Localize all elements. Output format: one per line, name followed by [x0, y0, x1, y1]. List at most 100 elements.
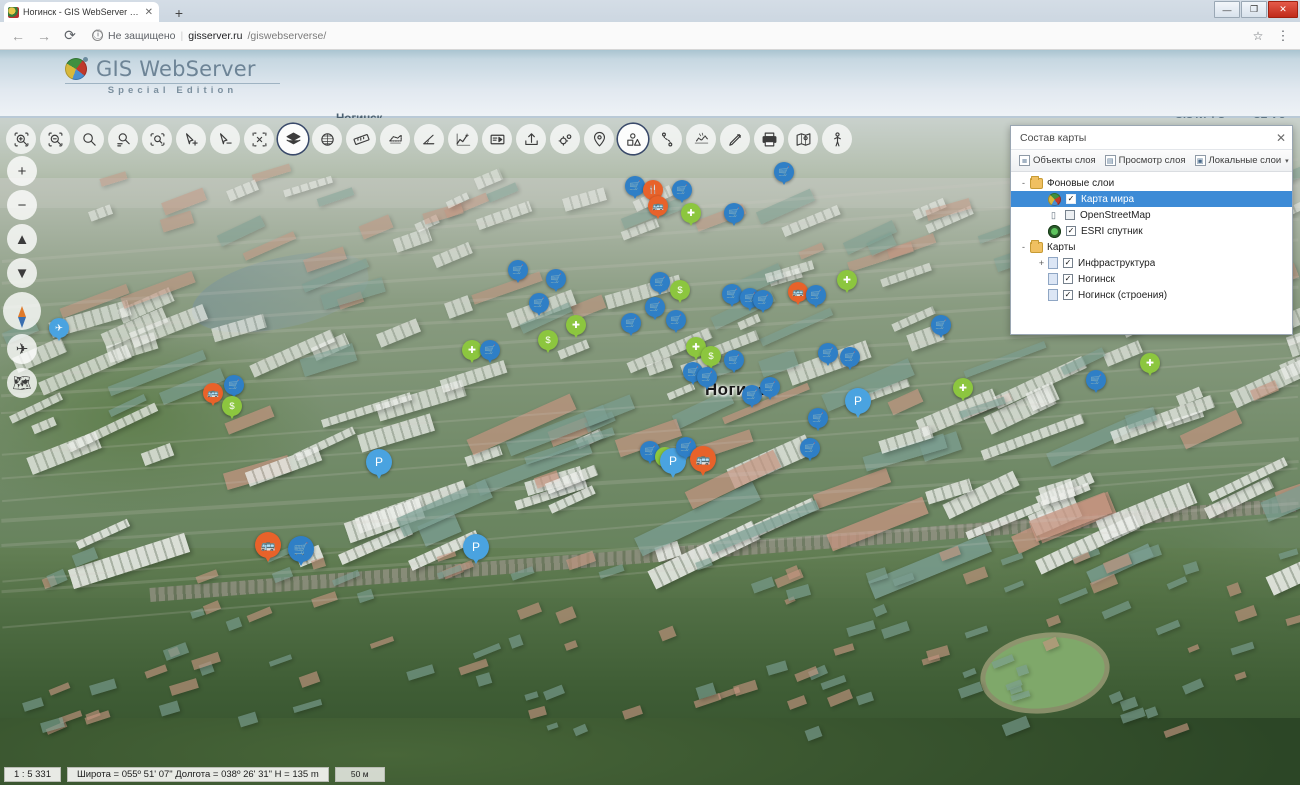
- marker-bank[interactable]: $: [222, 396, 242, 423]
- 3d-flight-button[interactable]: ✈: [7, 334, 37, 364]
- tilt-down-button[interactable]: ▼: [7, 258, 37, 288]
- basemap-switch-button[interactable]: 🗺: [7, 368, 37, 398]
- brand-logo[interactable]: GIS WebServer Special Edition: [65, 57, 280, 96]
- layers-panel[interactable]: Состав карты ✕ ≣ Объекты слоя ▤ Просмотр сл…: [1010, 125, 1293, 335]
- marker-shop[interactable]: 🛒: [645, 297, 665, 324]
- layer-noginsk[interactable]: ✓ Ногинск: [1011, 271, 1292, 287]
- marker-shop[interactable]: 🛒: [724, 350, 744, 377]
- layer-openstreetmap[interactable]: ▯ ✓ OpenStreetMap: [1011, 207, 1292, 223]
- edit-pencil-icon[interactable]: [720, 124, 750, 154]
- legend-icon[interactable]: [482, 124, 512, 154]
- marker-shop[interactable]: 🛒: [722, 284, 742, 311]
- forward-icon[interactable]: →: [32, 24, 56, 48]
- marker-bus[interactable]: 🚌: [690, 446, 716, 480]
- marker-pharmacy[interactable]: ✚: [681, 203, 701, 230]
- compass-rotate-control[interactable]: [3, 292, 41, 330]
- transparency-icon[interactable]: [312, 124, 342, 154]
- marker-airport[interactable]: ✈: [49, 318, 69, 345]
- search-list-icon[interactable]: [108, 124, 138, 154]
- marker-bus[interactable]: 🚌: [255, 532, 281, 566]
- marker-shop[interactable]: 🛒: [1086, 370, 1106, 397]
- print-icon[interactable]: [754, 124, 784, 154]
- marker-icon[interactable]: [584, 124, 614, 154]
- new-tab-button[interactable]: +: [168, 4, 190, 22]
- layer-objects-button[interactable]: ≣ Объекты слоя: [1016, 154, 1099, 167]
- marker-shop[interactable]: 🛒: [508, 260, 528, 287]
- settings-cogs-icon[interactable]: [550, 124, 580, 154]
- expand-toggle-icon[interactable]: +: [1035, 258, 1048, 268]
- marker-pharmacy[interactable]: ✚: [953, 378, 973, 405]
- layer-visibility-checkbox[interactable]: ✓: [1066, 226, 1076, 236]
- local-layers-button[interactable]: ▣ Локальные слои ▾: [1192, 154, 1292, 167]
- search-icon[interactable]: [74, 124, 104, 154]
- marker-shop[interactable]: 🛒: [840, 347, 860, 374]
- marker-pharmacy[interactable]: ✚: [566, 315, 586, 342]
- measure-length-icon[interactable]: [346, 124, 376, 154]
- marker-shop[interactable]: 🛒: [724, 203, 744, 230]
- back-icon[interactable]: ←: [6, 24, 30, 48]
- marker-shop[interactable]: 🛒: [621, 313, 641, 340]
- marker-shop[interactable]: 🛒: [480, 340, 500, 367]
- marker-shop[interactable]: 🛒: [529, 293, 549, 320]
- window-maximize-button[interactable]: ❐: [1241, 1, 1267, 18]
- share-icon[interactable]: [516, 124, 546, 154]
- marker-shop[interactable]: 🛒: [806, 285, 826, 312]
- marker-pharmacy[interactable]: ✚: [462, 340, 482, 367]
- clear-selection-icon[interactable]: [244, 124, 274, 154]
- layer-visibility-checkbox[interactable]: ✓: [1066, 194, 1076, 204]
- zoom-in-button[interactable]: +: [7, 156, 37, 186]
- profile-chart-icon[interactable]: [448, 124, 478, 154]
- address-bar[interactable]: ⓘ Не защищено | gisserver.ru /giswebserv…: [84, 26, 1244, 46]
- marker-shop[interactable]: 🛒: [931, 315, 951, 342]
- zoom-in-box-icon[interactable]: [6, 124, 36, 154]
- measure-angle-icon[interactable]: [414, 124, 444, 154]
- marker-shop[interactable]: 🛒: [666, 310, 686, 337]
- window-close-button[interactable]: ✕: [1268, 1, 1298, 18]
- marker-bank[interactable]: $: [670, 280, 690, 307]
- marker-shop[interactable]: 🛒: [760, 377, 780, 404]
- layer-visibility-checkbox[interactable]: ✓: [1063, 290, 1073, 300]
- marker-shop[interactable]: 🛒: [288, 536, 314, 570]
- select-remove-icon[interactable]: [210, 124, 240, 154]
- marker-shop[interactable]: 🛒: [808, 408, 828, 435]
- marker-bus[interactable]: 🚌: [648, 196, 668, 223]
- layer-visibility-checkbox[interactable]: ✓: [1063, 274, 1073, 284]
- marker-bus[interactable]: 🚌: [788, 282, 808, 309]
- marker-parking[interactable]: P: [845, 388, 871, 422]
- tab-close-icon[interactable]: ✕: [143, 7, 155, 18]
- layer-preview-button[interactable]: ▤ Просмотр слоя: [1102, 154, 1189, 167]
- marker-shop[interactable]: 🛒: [697, 367, 717, 394]
- street-view-icon[interactable]: [822, 124, 852, 154]
- bookmark-star-icon[interactable]: ☆: [1246, 24, 1270, 48]
- zoom-out-box-icon[interactable]: [40, 124, 70, 154]
- map-photo-icon[interactable]: [788, 124, 818, 154]
- marker-bank[interactable]: $: [538, 330, 558, 357]
- layer-visibility-checkbox[interactable]: ✓: [1065, 210, 1075, 220]
- marker-parking[interactable]: P: [463, 534, 489, 568]
- browser-menu-icon[interactable]: ⋮: [1272, 24, 1294, 48]
- marker-shop[interactable]: 🛒: [818, 343, 838, 370]
- chevron-down-icon[interactable]: ▾: [1285, 157, 1289, 165]
- layer-esri-satellite[interactable]: ✓ ESRI спутник: [1011, 223, 1292, 239]
- layer-world-map[interactable]: ✓ Карта мира: [1011, 191, 1292, 207]
- marker-shop[interactable]: 🛒: [650, 272, 670, 299]
- tilt-up-button[interactable]: ▲: [7, 224, 37, 254]
- layer-infrastructure[interactable]: + ✓ Инфраструктура: [1011, 255, 1292, 271]
- marker-pharmacy[interactable]: ✚: [837, 270, 857, 297]
- marker-shop[interactable]: 🛒: [800, 438, 820, 465]
- group-background-layers[interactable]: - Фоновые слои: [1011, 175, 1292, 191]
- browser-tab[interactable]: Ногинск - GIS WebServer SE 4.8 ✕: [4, 2, 159, 22]
- expand-toggle-icon[interactable]: -: [1017, 178, 1030, 188]
- marker-shop[interactable]: 🛒: [742, 385, 762, 412]
- marker-bus[interactable]: 🚌: [203, 383, 223, 410]
- route-icon[interactable]: [652, 124, 682, 154]
- select-add-icon[interactable]: [176, 124, 206, 154]
- marker-shop[interactable]: 🛒: [753, 290, 773, 317]
- marker-parking[interactable]: P: [366, 449, 392, 483]
- zoom-out-button[interactable]: −: [7, 190, 37, 220]
- measure-area-icon[interactable]: [380, 124, 410, 154]
- info-icon[interactable]: ⓘ: [92, 30, 103, 41]
- layer-noginsk-buildings[interactable]: ✓ Ногинск (строения): [1011, 287, 1292, 303]
- layers-icon[interactable]: [278, 124, 308, 154]
- marker-shop[interactable]: 🛒: [546, 269, 566, 296]
